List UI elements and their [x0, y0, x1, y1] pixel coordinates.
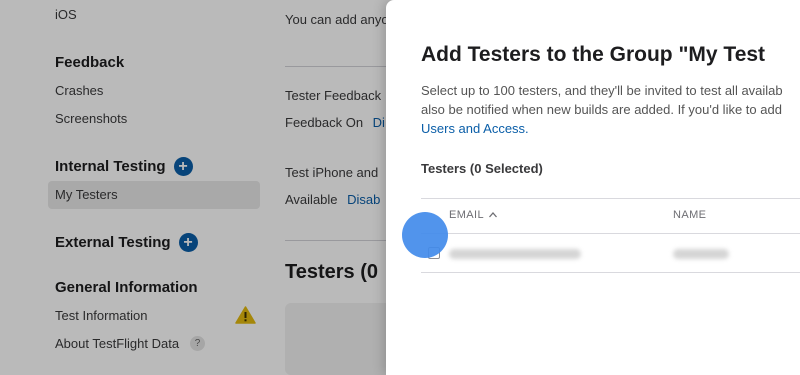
sort-ascending-icon [489, 212, 498, 218]
column-header-name[interactable]: NAME [673, 209, 706, 221]
table-top-border [421, 198, 800, 199]
table-row[interactable] [421, 234, 800, 272]
touch-indicator [402, 212, 448, 258]
column-header-email[interactable]: EMAIL [449, 209, 498, 221]
modal-title: Add Testers to the Group "My Test [421, 43, 766, 66]
row-divider [421, 272, 800, 273]
column-header-label: EMAIL [449, 209, 485, 221]
selected-count: Testers (0 Selected) [421, 161, 543, 176]
redacted-email [449, 249, 581, 259]
add-testers-modal: Add Testers to the Group "My Test Select… [386, 0, 800, 375]
modal-description-line: also be notified when new builds are add… [421, 102, 782, 117]
modal-description-line: Select up to 100 testers, and they'll be… [421, 83, 783, 98]
users-and-access-link[interactable]: Users and Access. [421, 119, 783, 138]
modal-description: Select up to 100 testers, and they'll be… [421, 81, 783, 138]
redacted-name [673, 249, 729, 259]
